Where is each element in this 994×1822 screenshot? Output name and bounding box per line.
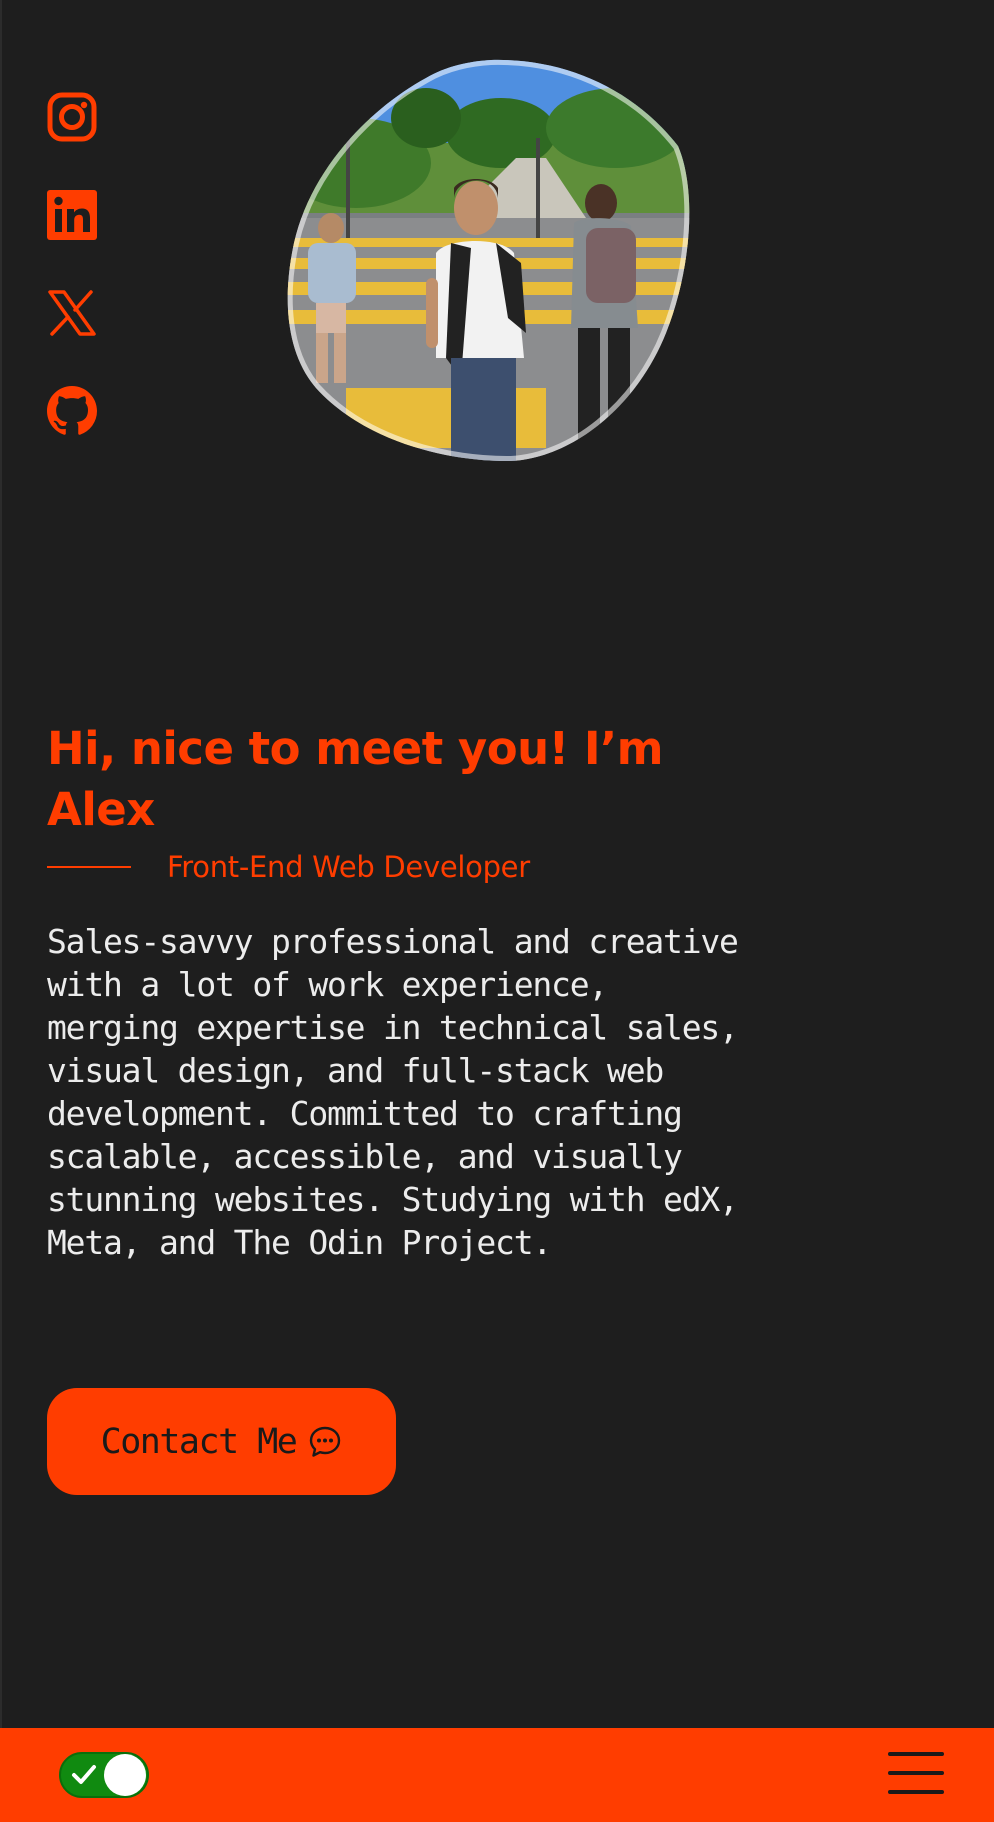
hamburger-menu-icon[interactable] [888, 1752, 944, 1798]
chat-bubble-icon [310, 1426, 341, 1457]
toggle-knob [104, 1754, 146, 1796]
github-link[interactable] [47, 386, 97, 436]
checkmark-icon [72, 1765, 96, 1784]
page-left-edge [0, 0, 2, 1728]
role-divider [47, 866, 131, 868]
role-title: Front-End Web Developer [167, 850, 530, 884]
linkedin-icon [47, 190, 97, 240]
role-row: Front-End Web Developer [47, 850, 530, 884]
menu-line [888, 1790, 944, 1794]
social-links [47, 92, 97, 436]
theme-toggle[interactable] [59, 1752, 149, 1798]
contact-me-button[interactable]: Contact Me [47, 1388, 396, 1495]
bio-text: Sales-savvy professional and creative wi… [47, 922, 739, 1262]
instagram-link[interactable] [47, 92, 97, 142]
menu-line [888, 1752, 944, 1756]
profile-photo [286, 58, 690, 462]
x-link[interactable] [47, 288, 97, 338]
contact-me-label: Contact Me [100, 1421, 298, 1462]
instagram-icon [47, 92, 97, 142]
github-icon [47, 386, 97, 435]
hero-headline: Hi, nice to meet you! I’m Alex [47, 722, 664, 836]
linkedin-link[interactable] [47, 190, 97, 240]
x-icon [48, 290, 96, 336]
bottom-bar [0, 1728, 994, 1822]
menu-line [888, 1771, 944, 1775]
